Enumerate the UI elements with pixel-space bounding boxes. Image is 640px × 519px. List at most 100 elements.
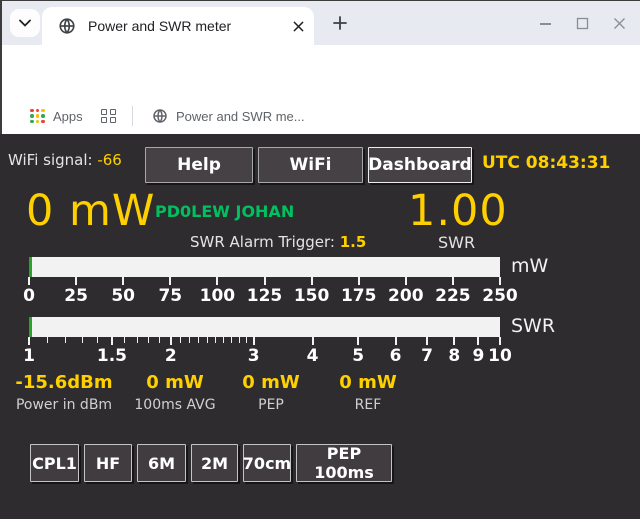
tab-close-button[interactable] bbox=[293, 21, 304, 32]
meter-tick bbox=[223, 337, 224, 343]
meter-tick-label: 0 bbox=[23, 286, 35, 306]
meter-tick-label: 7 bbox=[421, 346, 433, 366]
bookmark-item[interactable]: Power and SWR me... bbox=[152, 104, 305, 128]
meter-unit-label: mW bbox=[511, 255, 548, 277]
meter-tick bbox=[97, 337, 98, 343]
readout-power-in-dbm: -15.6dBm Power in dBm bbox=[15, 372, 112, 413]
page-nav-buttons: HelpWiFiDashboard bbox=[145, 147, 477, 183]
meter-tick bbox=[357, 337, 359, 345]
meter-tick-label: 5 bbox=[352, 346, 364, 366]
meter-tick bbox=[189, 337, 190, 343]
browser-window: Power and SWR meter bbox=[0, 0, 640, 519]
band-button-6m[interactable]: 6M bbox=[137, 444, 186, 482]
meter-tick bbox=[405, 277, 407, 285]
readout-100ms-avg: 0 mW 100ms AVG bbox=[134, 372, 215, 413]
meter-tick bbox=[477, 337, 479, 345]
browser-toolbar: Not secure powermeter.local bbox=[2, 45, 640, 97]
meter-tick bbox=[28, 277, 30, 285]
reading-list-button[interactable] bbox=[101, 104, 116, 128]
meter-tick-label: 225 bbox=[435, 286, 471, 306]
globe-favicon-icon bbox=[152, 108, 168, 124]
meter-fill bbox=[29, 317, 32, 337]
nav-button-dashboard[interactable]: Dashboard bbox=[368, 147, 472, 183]
readout-caption: Power in dBm bbox=[15, 397, 112, 413]
meter-tick bbox=[264, 277, 266, 285]
apps-grid-icon bbox=[30, 109, 45, 124]
band-button-2m[interactable]: 2M bbox=[191, 444, 238, 482]
meter-tick bbox=[169, 277, 171, 285]
meter-track bbox=[29, 257, 500, 277]
meter-tick bbox=[159, 337, 160, 343]
nav-button-help[interactable]: Help bbox=[145, 147, 253, 183]
apps-label: Apps bbox=[53, 109, 83, 124]
meter-tick bbox=[499, 277, 501, 285]
band-button-pep-100ms[interactable]: PEP 100ms bbox=[296, 444, 392, 482]
window-maximize-button[interactable] bbox=[576, 17, 589, 30]
meter-tick bbox=[75, 277, 77, 285]
readout-value: 0 mW bbox=[339, 372, 396, 393]
meter-tick bbox=[253, 337, 255, 345]
band-button-70cm[interactable]: 70cm bbox=[243, 444, 291, 482]
bookmarks-separator bbox=[132, 106, 133, 126]
power-main-value: 0 mW bbox=[26, 186, 155, 236]
meter-tick bbox=[124, 337, 125, 343]
tab-strip: Power and SWR meter bbox=[2, 1, 640, 45]
swr-alarm-value: 1.5 bbox=[340, 233, 367, 251]
meter-tick-label: 50 bbox=[111, 286, 135, 306]
callsign: PD0LEW JOHAN bbox=[155, 202, 294, 221]
readout-value: 0 mW bbox=[242, 372, 299, 393]
band-button-cpl1[interactable]: CPL1 bbox=[30, 444, 79, 482]
meter-tick bbox=[499, 337, 501, 345]
meter-tick bbox=[28, 337, 30, 345]
meter-tick-label: 125 bbox=[247, 286, 283, 306]
meter-tick bbox=[216, 277, 218, 285]
swr-main-value: 1.00 bbox=[408, 186, 508, 236]
meter-tick bbox=[137, 337, 138, 343]
meter-tick bbox=[395, 337, 397, 345]
meter-tick bbox=[47, 337, 48, 343]
window-minimize-button[interactable] bbox=[539, 17, 552, 30]
tab-search-button[interactable] bbox=[10, 9, 40, 37]
close-icon bbox=[293, 21, 304, 32]
meter-tick-label: 2 bbox=[165, 346, 177, 366]
meter-tick bbox=[246, 337, 247, 343]
meter-tick-label: 1 bbox=[23, 346, 35, 366]
tab-title: Power and SWR meter bbox=[88, 18, 293, 34]
meter-tick-label: 75 bbox=[158, 286, 182, 306]
readout-caption: 100ms AVG bbox=[134, 397, 215, 413]
squares-grid-icon bbox=[101, 109, 116, 124]
new-tab-button[interactable] bbox=[328, 11, 352, 35]
meter-tick-label: 1.5 bbox=[97, 346, 127, 366]
meter-tick bbox=[215, 337, 216, 343]
readout-value: 0 mW bbox=[134, 372, 215, 393]
active-tab[interactable]: Power and SWR meter bbox=[42, 7, 314, 45]
meter-tick bbox=[111, 337, 113, 345]
wifi-signal: WiFi signal: -66 bbox=[8, 151, 122, 169]
meter-track bbox=[29, 317, 500, 337]
meter-tick bbox=[180, 337, 181, 343]
meter-tick-label: 200 bbox=[388, 286, 424, 306]
meter-tick bbox=[239, 337, 240, 343]
globe-favicon-icon bbox=[58, 17, 76, 35]
band-button-hf[interactable]: HF bbox=[84, 444, 132, 482]
meter-tick bbox=[207, 337, 208, 343]
nav-button-wifi[interactable]: WiFi bbox=[258, 147, 363, 183]
meter-tick bbox=[426, 337, 428, 345]
meter-tick-label: 150 bbox=[294, 286, 330, 306]
apps-shortcut[interactable]: Apps bbox=[30, 104, 83, 128]
meter-tick-label: 3 bbox=[248, 346, 260, 366]
window-close-button[interactable] bbox=[613, 17, 626, 30]
bookmarks-bar: Apps Power and SWR me... bbox=[2, 97, 640, 135]
meter-unit-label: SWR bbox=[511, 315, 555, 337]
meter-fill bbox=[29, 257, 32, 277]
meter-tick-label: 10 bbox=[488, 346, 512, 366]
maximize-icon bbox=[576, 17, 589, 30]
meter-tick-label: 6 bbox=[390, 346, 402, 366]
chevron-down-icon bbox=[19, 19, 31, 27]
readout-caption: PEP bbox=[242, 397, 299, 413]
swr-alarm-trigger: SWR Alarm Trigger: 1.5 bbox=[190, 233, 366, 251]
close-icon bbox=[613, 17, 626, 30]
band-buttons-row: CPL1HF6M2M70cmPEP 100ms bbox=[30, 444, 397, 482]
meter-tick bbox=[312, 337, 314, 345]
readout-value: -15.6dBm bbox=[15, 372, 112, 393]
